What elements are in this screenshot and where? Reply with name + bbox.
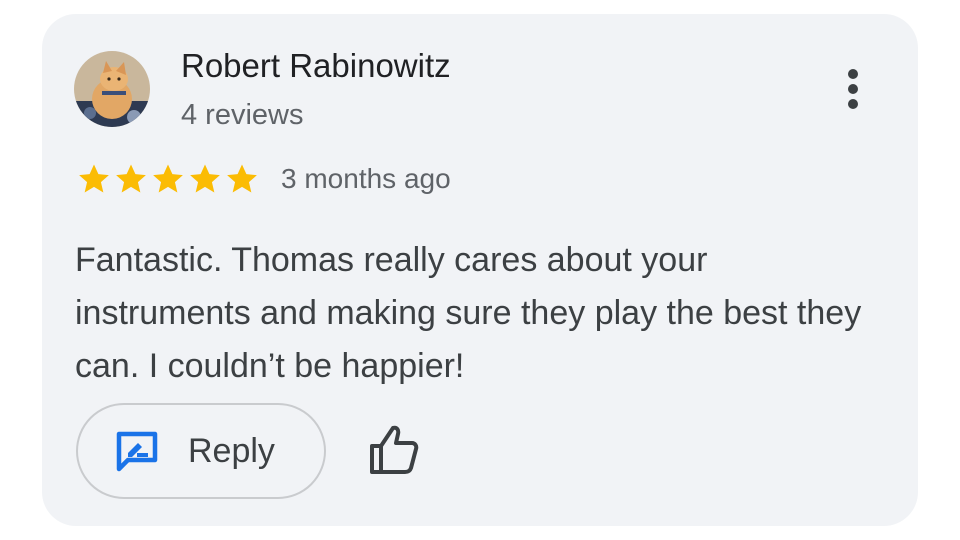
more-options-button[interactable]: [838, 66, 868, 116]
thumb-up-icon: [370, 425, 419, 474]
review-time: 3 months ago: [281, 163, 451, 194]
author-name[interactable]: Robert Rabinowitz: [181, 47, 451, 85]
reply-comment-icon: [116, 431, 158, 472]
star-icon: [227, 164, 257, 193]
reply-button[interactable]: Reply: [76, 403, 326, 499]
star-rating: [76, 162, 261, 196]
more-vert-icon: [848, 69, 858, 109]
review-card: Robert Rabinowitz 4 reviews 3 months ago…: [42, 14, 918, 526]
rating-row: 3 months ago: [76, 161, 451, 197]
star-icon: [153, 164, 183, 193]
star-icon: [79, 164, 109, 193]
like-button[interactable]: [368, 424, 420, 476]
author-review-count: 4 reviews: [181, 99, 304, 131]
star-icon: [190, 164, 220, 193]
star-icon: [116, 164, 146, 193]
avatar-image: [74, 51, 150, 127]
review-text: Fantastic. Thomas really cares about you…: [75, 241, 862, 385]
reply-label: Reply: [188, 431, 275, 470]
avatar[interactable]: [74, 51, 150, 127]
